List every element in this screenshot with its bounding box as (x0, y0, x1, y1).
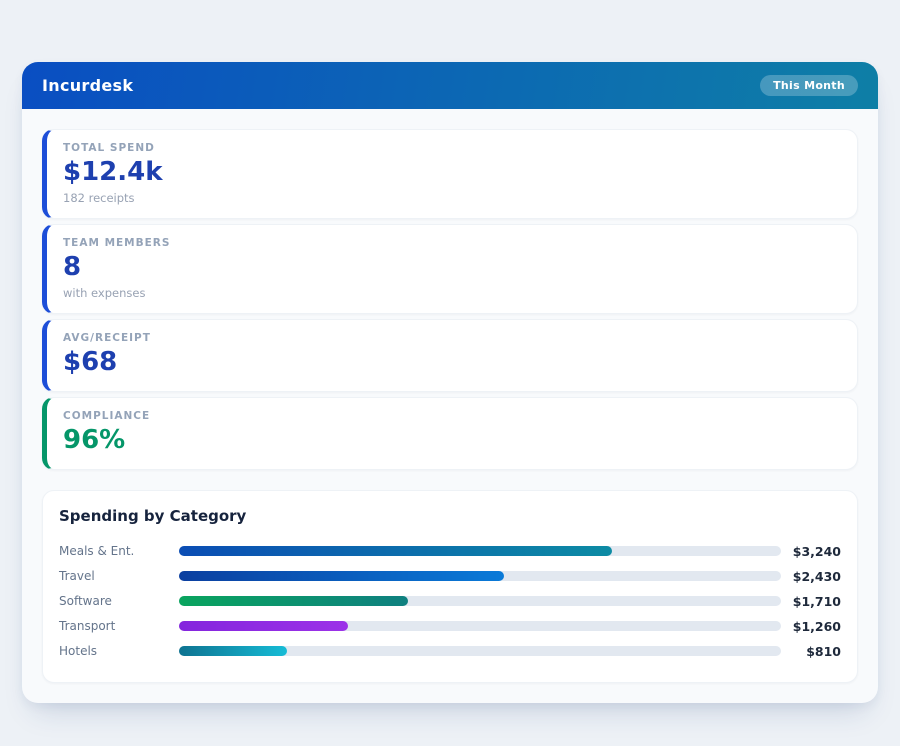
category-row-meals: Meals & Ent. $3,240 (59, 539, 841, 564)
spending-by-category-panel: Spending by Category Meals & Ent. $3,240… (42, 490, 858, 683)
stat-subtext: with expenses (63, 286, 841, 300)
stat-value: 8 (63, 253, 841, 283)
bar-fill (179, 596, 408, 606)
stat-label: COMPLIANCE (63, 410, 841, 422)
app-title: Incurdesk (42, 76, 133, 95)
stat-subtext: 182 receipts (63, 191, 841, 205)
category-value: $3,240 (791, 544, 841, 559)
category-label: Software (59, 594, 169, 608)
dashboard-content: TOTAL SPEND $12.4k 182 receipts TEAM MEM… (22, 109, 878, 703)
app-header: Incurdesk This Month (22, 62, 878, 109)
category-value: $1,710 (791, 594, 841, 609)
category-label: Hotels (59, 644, 169, 658)
stat-card-avg-receipt: AVG/RECEIPT $68 (42, 319, 858, 392)
bar-track (179, 646, 781, 656)
bar-fill (179, 546, 612, 556)
period-badge[interactable]: This Month (760, 75, 858, 96)
category-label: Travel (59, 569, 169, 583)
category-row-transport: Transport $1,260 (59, 614, 841, 639)
stat-value: $12.4k (63, 158, 841, 188)
stat-card-compliance: COMPLIANCE 96% (42, 397, 858, 470)
stat-card-total-spend: TOTAL SPEND $12.4k 182 receipts (42, 129, 858, 219)
category-value: $2,430 (791, 569, 841, 584)
stat-value: 96% (63, 426, 841, 456)
stat-label: TOTAL SPEND (63, 142, 841, 154)
category-value: $810 (791, 644, 841, 659)
stat-card-team-members: TEAM MEMBERS 8 with expenses (42, 224, 858, 314)
category-row-hotels: Hotels $810 (59, 639, 841, 664)
bar-fill (179, 571, 504, 581)
category-label: Meals & Ent. (59, 544, 169, 558)
bar-track (179, 546, 781, 556)
dashboard-card: Incurdesk This Month TOTAL SPEND $12.4k … (22, 62, 878, 703)
stat-label: AVG/RECEIPT (63, 332, 841, 344)
stat-label: TEAM MEMBERS (63, 237, 841, 249)
bar-track (179, 596, 781, 606)
bar-track (179, 621, 781, 631)
bar-fill (179, 646, 287, 656)
category-row-travel: Travel $2,430 (59, 564, 841, 589)
stat-value: $68 (63, 348, 841, 378)
bar-track (179, 571, 781, 581)
category-value: $1,260 (791, 619, 841, 634)
category-label: Transport (59, 619, 169, 633)
category-row-software: Software $1,710 (59, 589, 841, 614)
bar-fill (179, 621, 348, 631)
panel-title: Spending by Category (59, 507, 841, 525)
